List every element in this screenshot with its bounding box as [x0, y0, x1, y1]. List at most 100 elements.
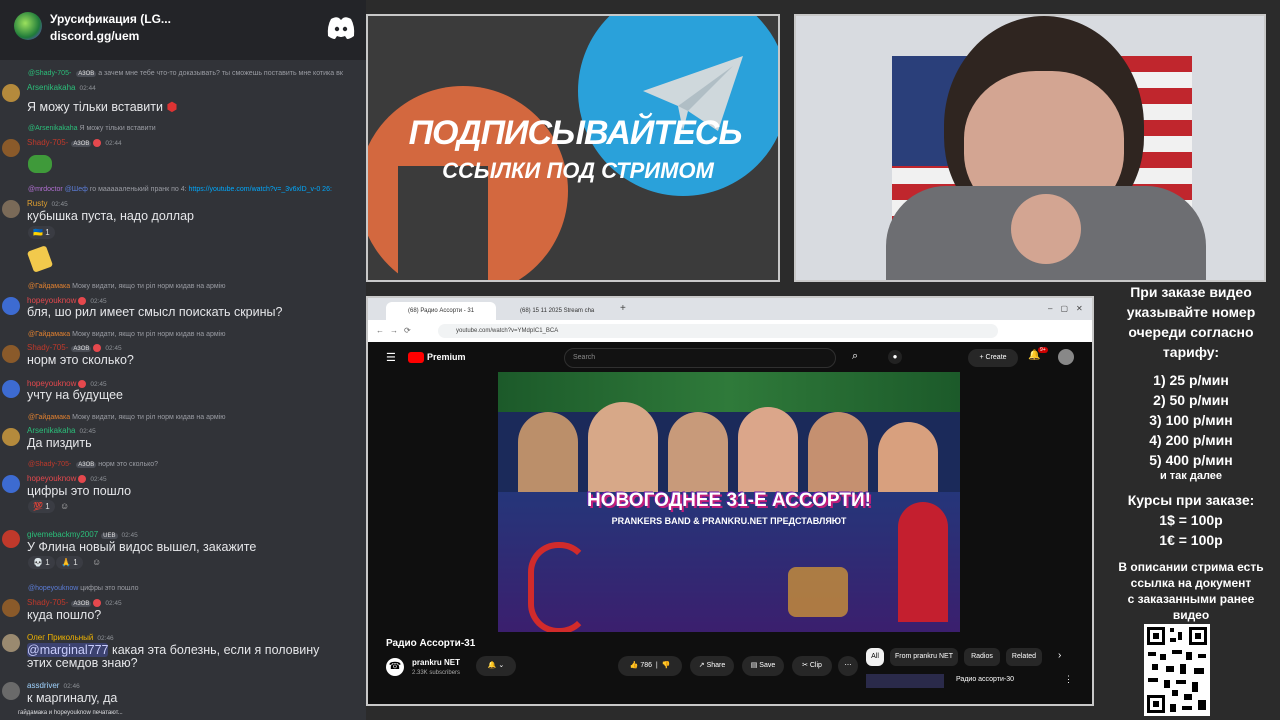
server-avatar — [14, 12, 42, 40]
video-title: Радио Ассорти-31 — [386, 638, 476, 649]
chip-from-channel[interactable]: From prankru NET — [890, 648, 958, 666]
more-icon[interactable]: ⋯ — [838, 656, 858, 676]
next-video-thumbnail[interactable] — [866, 674, 944, 688]
message-header: Олег Прикольный 02:46 — [27, 633, 114, 642]
message-header: assdriver 02:46 — [27, 681, 80, 690]
courses-title: Курсы при заказе: — [1127, 492, 1255, 508]
message-text: У Флина новый видос вышел, закажите — [27, 540, 257, 554]
save-button[interactable]: ▤ Save — [742, 656, 784, 676]
server-name: Урусификация (LG... — [50, 12, 171, 26]
avatar[interactable] — [2, 380, 20, 398]
message-text: Да пиздить — [27, 436, 92, 450]
avatar[interactable] — [1058, 349, 1074, 365]
avatar[interactable] — [2, 428, 20, 446]
rate-item: 3) 100 р/мин — [1149, 412, 1233, 428]
avatar[interactable] — [2, 139, 20, 157]
new-tab-icon[interactable]: + — [620, 303, 626, 314]
avatar[interactable] — [2, 634, 20, 652]
course-item: 1€ = 100р — [1159, 532, 1223, 548]
share-button[interactable]: ↗ Share — [690, 656, 734, 676]
info-intro-line: тарифу: — [1162, 344, 1220, 360]
avatar[interactable] — [2, 682, 20, 700]
more-vert-icon[interactable]: ⋮ — [1064, 674, 1073, 685]
course-item: 1$ = 100р — [1159, 512, 1223, 528]
chevron-right-icon[interactable]: › — [1058, 650, 1061, 661]
reply-preview[interactable]: @Гайдамака Можу видати, якщо ти рiл норм… — [28, 414, 226, 421]
server-invite-link[interactable]: discord.gg/uem — [50, 29, 139, 43]
pepe-emoji-icon — [28, 155, 52, 173]
message-header: Arsenikakaha 02:44 — [27, 83, 96, 92]
reply-preview[interactable]: @hopeyouknow цифры это пошло — [28, 585, 139, 592]
server-header[interactable]: Урусификация (LG... discord.gg/uem — [0, 0, 366, 60]
reply-preview[interactable]: @Arsenikakaha Я можу тільки вставити — [28, 125, 156, 132]
desc-line: ссылка на документ — [1130, 576, 1252, 590]
qr-code-image — [1144, 624, 1210, 716]
info-intro-line: При заказе видео — [1130, 284, 1252, 300]
banner-subtitle: ССЫЛКИ ПОД СТРИМОМ — [442, 158, 714, 183]
subscribe-bell-button[interactable]: 🔔 ⌄ — [476, 656, 516, 676]
avatar[interactable] — [2, 84, 20, 102]
menu-icon[interactable]: ☰ — [386, 351, 396, 364]
channel-avatar[interactable]: ☎ — [386, 658, 404, 676]
message-text: бля, шо рил имеет смысл поискать скрины? — [27, 305, 283, 319]
rate-item: 5) 400 р/мин — [1149, 452, 1233, 468]
reaction[interactable]: 💯 1 — [28, 500, 55, 513]
chip-radios[interactable]: Radios — [964, 648, 1000, 666]
youtube-premium-label[interactable]: Premium — [427, 352, 466, 362]
reaction[interactable]: 💀 1 — [28, 556, 55, 569]
reply-preview[interactable]: @Гайдамака Можу видати, якщо ти рiл норм… — [28, 283, 226, 290]
rate-item: 4) 200 р/мин — [1149, 432, 1233, 448]
message-header: givemebackmy2007 UEB 02:45 — [27, 530, 138, 539]
clip-button[interactable]: ✂ Clip — [792, 656, 832, 676]
message-text-line2: этих семдов знаю? — [27, 656, 138, 670]
reply-preview[interactable]: @mrdoctor @Шеф го маааааленький пранк по… — [28, 186, 332, 193]
avatar[interactable] — [2, 475, 20, 493]
youtube-logo-icon[interactable] — [408, 352, 424, 363]
subscriber-count: 2.33K subscribers — [412, 670, 461, 676]
message-header: hopeyouknow 02:45 — [27, 379, 107, 388]
next-video-title[interactable]: Радио ассорти-30 — [956, 676, 1014, 683]
message-text: куда пошло? — [27, 608, 102, 622]
avatar[interactable] — [2, 297, 20, 315]
search-icon[interactable]: ⌕ — [852, 350, 858, 363]
message-text: кубышка пуста, надо доллар — [27, 209, 194, 223]
avatar[interactable] — [2, 345, 20, 363]
url-field[interactable]: youtube.com/watch?v=YMdpIC1_BCA — [438, 324, 998, 338]
chip-all[interactable]: All — [866, 648, 884, 666]
desc-line: В описании стрима есть — [1118, 560, 1264, 574]
avatar[interactable] — [2, 530, 20, 548]
video-player[interactable]: НОВОГОДНЕЕ 31-Е АССОРТИ! PRANKERS BAND &… — [498, 372, 960, 632]
avatar[interactable] — [2, 200, 20, 218]
info-intro-line: указывайте номер — [1126, 304, 1256, 320]
avatar[interactable] — [2, 599, 20, 617]
reply-preview[interactable]: @Shady-705- A3OB а зачем мне тебе что-то… — [28, 70, 343, 77]
channel-name[interactable]: prankru NET — [412, 658, 460, 667]
webcam-feed — [794, 14, 1266, 282]
create-button[interactable]: + Create — [968, 349, 1018, 367]
subscribe-banner: ПОДПИСЫВАЙТЕСЬ ССЫЛКИ ПОД СТРИМОМ — [366, 14, 780, 282]
message-header: Rusty 02:45 — [27, 199, 68, 208]
thumbnail-title: НОВОГОДНЕЕ 31-Е АССОРТИ! — [587, 490, 871, 511]
add-reaction-icon[interactable]: ☺ — [60, 501, 69, 511]
info-intro-line: очереди согласно — [1128, 324, 1254, 340]
message-header: hopeyouknow 02:45 — [27, 296, 107, 305]
thumbnail-subtitle: PRANKERS BAND & PRANKRU.NET ПРЕДСТАВЛЯЮТ — [611, 516, 847, 526]
tab-active[interactable]: (68) Радио Ассорти - 31 — [386, 302, 496, 320]
reaction[interactable]: 🙏 1 — [56, 556, 83, 569]
chip-related[interactable]: Related — [1006, 648, 1042, 666]
tab-stream-chat[interactable]: (68) 15 11 2025 Stream cha — [498, 302, 608, 320]
reply-preview[interactable]: @Shady-705- A3OB норм это сколько? — [28, 461, 158, 468]
notification-badge: 9+ — [1038, 347, 1048, 353]
nav-buttons-icon[interactable]: ←→⟳ — [376, 326, 417, 335]
desc-line: видео — [1172, 608, 1210, 622]
message-text: учту на будущее — [27, 388, 123, 402]
add-reaction-icon[interactable]: ☺ — [92, 557, 101, 567]
discord-logo-icon — [327, 17, 355, 39]
search-input[interactable]: Search — [564, 348, 836, 368]
reply-preview[interactable]: @Гайдамака Можу видати, якщо ти рiл норм… — [28, 331, 226, 338]
window-controls[interactable]: –▢✕ — [1048, 304, 1091, 313]
mic-icon[interactable]: ● — [888, 350, 902, 364]
message-header: hopeyouknow 02:45 — [27, 474, 107, 483]
reaction[interactable]: 🇺🇦 1 — [28, 226, 55, 239]
like-button[interactable]: 👍 786 | 👎 — [618, 656, 682, 676]
